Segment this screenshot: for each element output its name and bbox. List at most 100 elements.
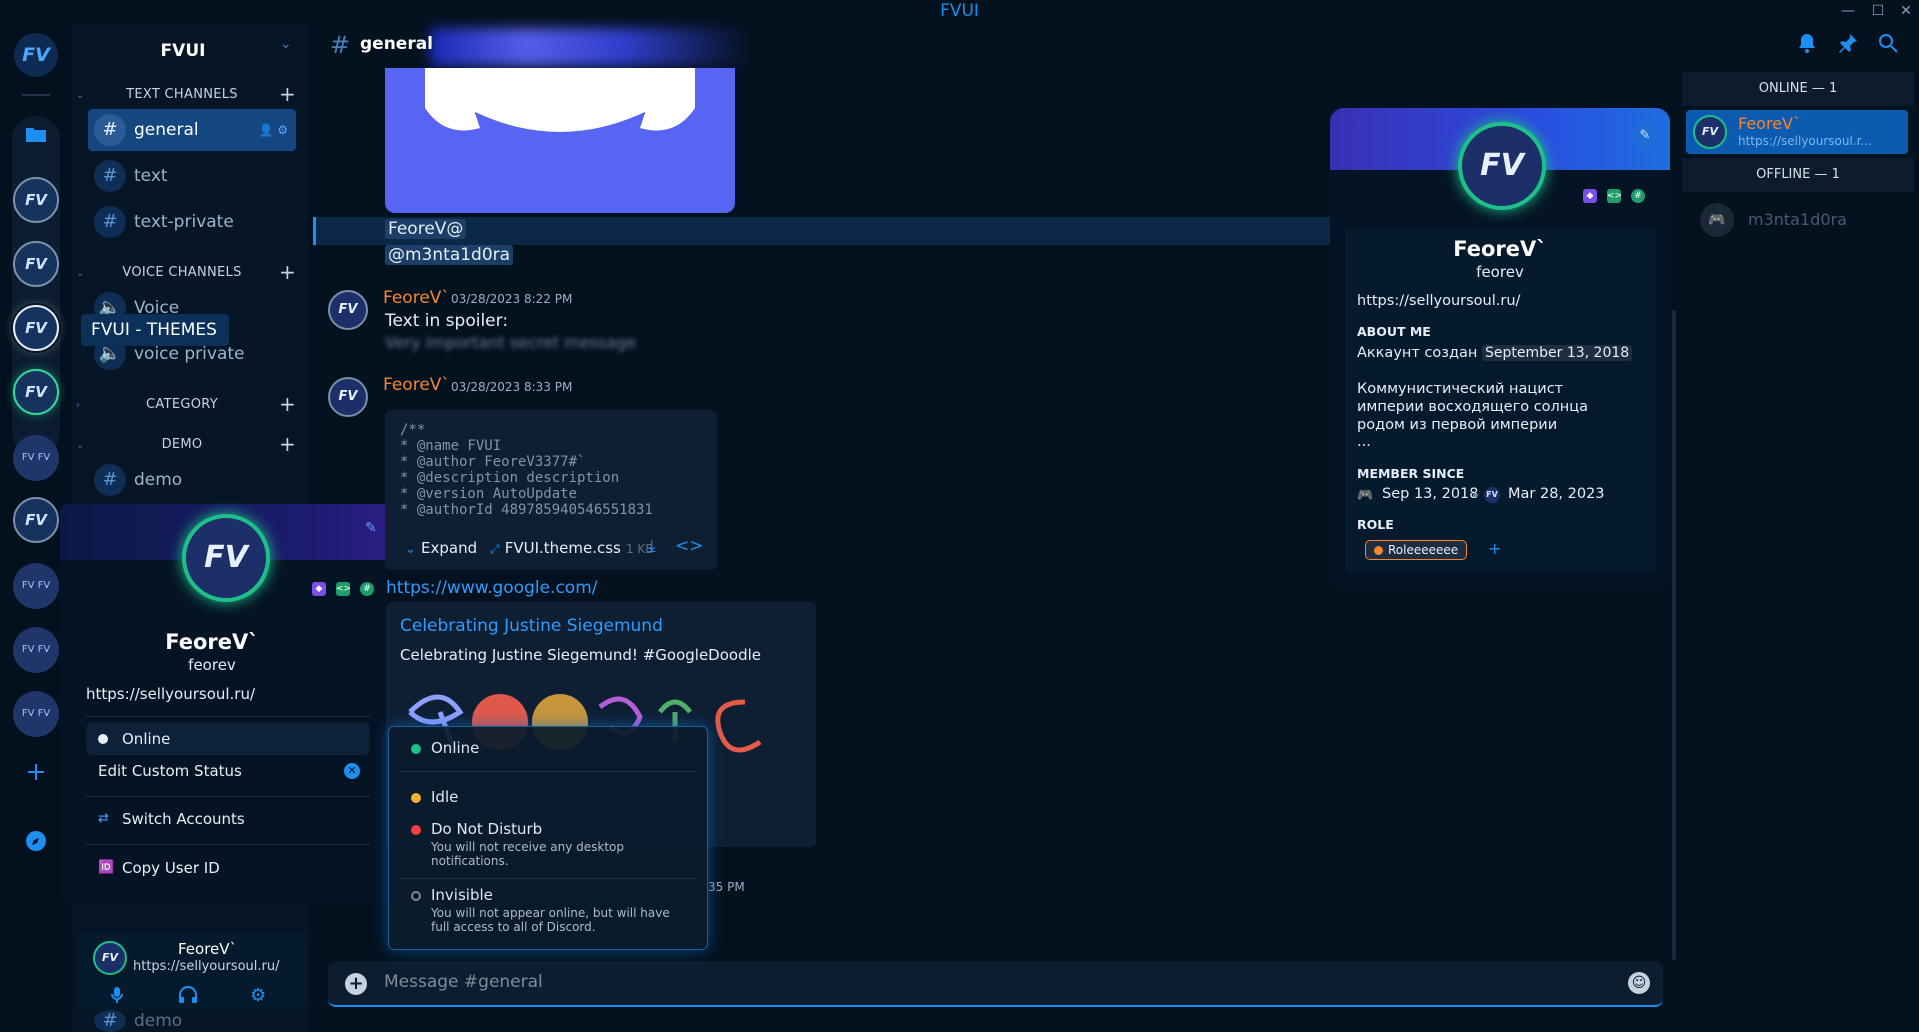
channel-settings-icon[interactable]: 👤 ⚙	[258, 109, 288, 151]
spoiler-text[interactable]: Very important secret message	[385, 333, 636, 352]
server-folder-mini-2[interactable]: FV FV	[13, 563, 59, 609]
user-panel-avatar[interactable]: FV	[93, 941, 127, 975]
add-channel-icon[interactable]: +	[279, 392, 296, 416]
dot-separator	[1473, 493, 1477, 497]
channel-label: text-private	[134, 212, 234, 232]
online-header: ONLINE — 1	[1682, 72, 1914, 106]
attach-plus-icon[interactable]: +	[345, 973, 367, 995]
hash-icon: #	[330, 31, 351, 59]
about-more: ...	[1357, 434, 1371, 450]
hash-icon: #	[94, 206, 126, 238]
edit-status-label: Edit Custom Status	[98, 762, 242, 780]
about-me-header: ABOUT ME	[1357, 324, 1431, 339]
channel-demo[interactable]: # demo	[88, 459, 296, 501]
message-input[interactable]	[384, 972, 1584, 992]
channel-title: general	[360, 34, 434, 54]
dnd-status-icon	[411, 825, 421, 835]
mention-name: FeoreV@	[385, 219, 467, 239]
expand-button[interactable]: ⌄ Expand	[405, 538, 477, 557]
category-voice-channels[interactable]: VOICE CHANNELS	[82, 265, 282, 280]
add-role-button[interactable]: +	[1488, 539, 1501, 558]
code-line: * @author FeoreV3377#`	[400, 454, 586, 470]
settings-gear-icon[interactable]: ⚙	[250, 985, 266, 1006]
category-text-channels[interactable]: TEXT CHANNELS	[82, 87, 282, 102]
category-category[interactable]: CATEGORY	[82, 397, 282, 412]
bell-icon[interactable]	[1798, 33, 1816, 58]
discord-member-since: Sep 13, 2018	[1382, 486, 1479, 502]
copy-id-label: Copy User ID	[122, 859, 220, 877]
hash-icon: #	[94, 160, 126, 192]
pin-icon[interactable]	[1838, 33, 1858, 58]
home-logo[interactable]: FV	[14, 33, 58, 77]
server-folder-mini[interactable]: FV FV	[13, 435, 59, 481]
discord-logo-image[interactable]	[385, 68, 735, 213]
role-header: ROLE	[1357, 517, 1394, 532]
channel-label: demo	[134, 1011, 183, 1031]
profile-link[interactable]: https://sellyoursoul.ru/	[1357, 293, 1520, 309]
minimize-button[interactable]: —	[1835, 2, 1861, 20]
channel-general[interactable]: # general 👤 ⚙	[88, 109, 296, 151]
emoji-icon[interactable]: ☺	[1628, 972, 1650, 994]
file-link[interactable]: ⤢ FVUI.theme.css 1 KB	[490, 538, 654, 557]
expand-arrow-icon[interactable]: ›	[76, 400, 80, 411]
message-timestamp: 03/28/2023 8:22 PM	[451, 292, 573, 306]
channel-demo-bottom[interactable]: # demo	[88, 1010, 296, 1032]
maximize-button[interactable]: ☐	[1865, 2, 1891, 20]
offline-header: OFFLINE — 1	[1682, 158, 1914, 192]
close-button[interactable]: ✕	[1893, 2, 1919, 20]
server-icon-fvui-4[interactable]: FV	[13, 497, 59, 543]
edit-profile-icon[interactable]: ✎	[1633, 124, 1657, 148]
message-link[interactable]: https://www.google.com/	[386, 578, 598, 598]
message-avatar[interactable]: FV	[328, 290, 368, 330]
date-chip: September 13, 2018	[1482, 345, 1633, 361]
member-status: https://sellyoursoul.r...	[1738, 134, 1872, 148]
mention-user[interactable]: @m3nta1d0ra	[385, 245, 514, 265]
add-channel-icon[interactable]: +	[279, 82, 296, 106]
channel-label: general	[134, 120, 199, 140]
member-avatar: FV	[1693, 115, 1727, 149]
server-folder-mini-4[interactable]: FV FV	[13, 691, 59, 737]
chevron-down-icon[interactable]: ⌄	[280, 36, 292, 52]
hypesquad-badge-icon: ◆	[1583, 189, 1597, 203]
avatar[interactable]: FV	[1458, 122, 1546, 210]
microphone-icon[interactable]	[110, 986, 124, 1008]
explore-icon[interactable]	[16, 830, 56, 858]
channel-text-private[interactable]: # text-private	[88, 201, 296, 243]
member-offline-m3nta1d0ra[interactable]: 🎮 m3nta1d0ra	[1700, 201, 1900, 241]
status-label: Online	[122, 730, 171, 748]
server-icon-fvui-3[interactable]: FV	[13, 369, 59, 415]
add-server-icon[interactable]	[16, 762, 56, 788]
category-demo[interactable]: DEMO	[82, 437, 282, 452]
message-author[interactable]: FeoreV`	[383, 288, 450, 308]
server-icon-fvui-2[interactable]: FV	[13, 241, 59, 287]
channel-text[interactable]: # text	[88, 155, 296, 197]
server-icon-fvui-themes[interactable]: FV	[13, 305, 59, 351]
channel-label: voice private	[134, 344, 245, 364]
folder-icon[interactable]	[16, 124, 56, 149]
message-author[interactable]: FeoreV`	[383, 375, 450, 395]
about-line: Аккаунт создан September 13, 2018	[1357, 345, 1633, 361]
add-channel-icon[interactable]: +	[279, 260, 296, 284]
code-view-icon[interactable]: <>	[675, 536, 704, 556]
add-channel-icon[interactable]: +	[279, 432, 296, 456]
divider	[399, 771, 697, 772]
server-icon-fvui-1[interactable]: FV	[13, 177, 59, 223]
member-online-feorev[interactable]: FV FeoreV` https://sellyoursoul.r...	[1686, 110, 1908, 154]
server-name[interactable]: FVUI	[72, 33, 294, 69]
embed-title[interactable]: Celebrating Justine Siegemund	[400, 616, 663, 636]
hash-icon: #	[94, 464, 126, 496]
code-attachment: /** * @name FVUI * @author FeoreV3377#` …	[385, 410, 717, 570]
id-icon: 🆔	[98, 860, 115, 875]
server-folder-mini-3[interactable]: FV FV	[13, 627, 59, 673]
developer-badge-icon: <>	[1607, 189, 1623, 203]
title-bar: FVUI — ☐ ✕	[0, 0, 1919, 24]
hash-icon: #	[94, 114, 126, 146]
headphones-icon[interactable]	[178, 986, 198, 1008]
scrollbar[interactable]	[1672, 310, 1676, 960]
role-pill[interactable]: Roleeeeeee	[1365, 540, 1467, 560]
avatar[interactable]: FV	[182, 514, 270, 602]
download-icon[interactable]: ⤓	[648, 536, 656, 556]
profile-link[interactable]: https://sellyoursoul.ru/	[86, 685, 255, 703]
search-icon[interactable]	[1878, 33, 1898, 58]
message-avatar[interactable]: FV	[328, 377, 368, 417]
